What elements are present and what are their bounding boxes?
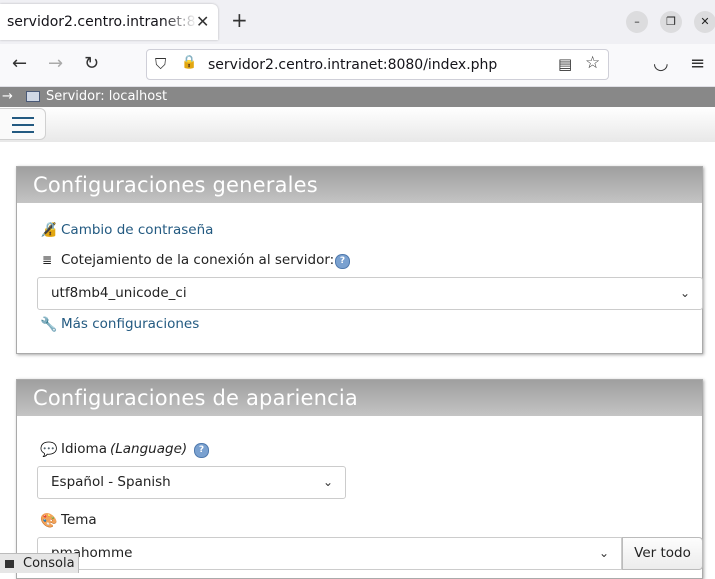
- url-text[interactable]: servidor2.centro.intranet:8080/index.php: [208, 57, 497, 73]
- change-password-link[interactable]: Cambio de contraseña: [61, 222, 213, 238]
- collation-value: utf8mb4_unicode_ci: [51, 285, 187, 301]
- theme-icon: 🎨: [40, 513, 58, 529]
- restore-button[interactable]: ❐: [660, 11, 682, 33]
- chevron-down-icon: ⌄: [322, 475, 333, 489]
- server-icon: [26, 91, 40, 102]
- appearance-settings-panel: Configuraciones de apariencia 💬 Idioma (…: [16, 379, 703, 579]
- back-icon[interactable]: ←: [12, 53, 27, 75]
- browser-nav-bar: ← → ↻ ⛉ 🔒 servidor2.centro.intranet:8080…: [0, 44, 715, 87]
- arrow-icon[interactable]: →: [2, 87, 13, 107]
- chevron-down-icon: ⌄: [679, 286, 690, 300]
- language-icon: 💬: [40, 442, 58, 458]
- panel-title: Configuraciones generales: [17, 167, 702, 203]
- help-icon[interactable]: ?: [335, 254, 350, 269]
- console-icon: [5, 560, 14, 568]
- console-label: Consola: [23, 556, 75, 571]
- console-toggle[interactable]: Consola: [0, 553, 79, 573]
- top-menubar: [0, 107, 715, 142]
- bookmark-star-icon[interactable]: ☆: [585, 53, 600, 73]
- tab-close-icon[interactable]: ✕: [196, 12, 209, 31]
- language-value: Español - Spanish: [51, 474, 171, 490]
- insecure-lock-icon[interactable]: 🔒: [181, 55, 197, 70]
- reader-view-icon[interactable]: ▤: [558, 55, 572, 73]
- browser-tab[interactable]: servidor2.centro.intranet:8080/index.php…: [0, 4, 218, 40]
- more-settings-link[interactable]: Más configuraciones: [61, 316, 199, 332]
- minimize-button[interactable]: –: [626, 11, 648, 33]
- password-icon: 🔏: [40, 222, 58, 238]
- theme-label: Tema: [61, 512, 97, 528]
- theme-select[interactable]: pmahomme ⌄: [37, 537, 622, 570]
- language-label: Idioma: [61, 441, 107, 457]
- server-breadcrumb: → Servidor: localhost: [0, 87, 715, 107]
- help-icon[interactable]: ?: [194, 443, 209, 458]
- reload-icon[interactable]: ↻: [84, 53, 99, 75]
- collation-label: Cotejamiento de la conexión al servidor:: [61, 252, 335, 268]
- tab-title: servidor2.centro.intranet:8080/index.php: [7, 14, 197, 30]
- wrench-icon: 🔧: [40, 317, 58, 333]
- server-label[interactable]: Servidor: localhost: [46, 87, 167, 107]
- view-all-themes-button[interactable]: Ver todo: [622, 537, 703, 570]
- app-menu-icon[interactable]: ≡: [690, 53, 705, 75]
- forward-icon[interactable]: →: [48, 53, 63, 75]
- language-select[interactable]: Español - Spanish ⌄: [37, 466, 346, 499]
- collation-select[interactable]: utf8mb4_unicode_ci ⌄: [37, 277, 703, 310]
- general-settings-panel: Configuraciones generales 🔏 Cambio de co…: [16, 166, 703, 354]
- new-tab-button[interactable]: +: [231, 8, 248, 32]
- hamburger-menu-button[interactable]: [0, 108, 46, 140]
- chevron-down-icon: ⌄: [598, 546, 609, 560]
- pocket-icon[interactable]: ◡: [653, 53, 669, 75]
- language-label-english: (Language): [110, 441, 188, 457]
- shield-icon[interactable]: ⛉: [155, 55, 166, 73]
- browser-tab-bar: servidor2.centro.intranet:8080/index.php…: [0, 0, 715, 44]
- window-close-button[interactable]: ✕: [694, 11, 715, 33]
- collation-icon: ≣: [42, 253, 53, 267]
- panel-title: Configuraciones de apariencia: [17, 380, 702, 416]
- address-bar[interactable]: ⛉ 🔒 servidor2.centro.intranet:8080/index…: [146, 49, 609, 80]
